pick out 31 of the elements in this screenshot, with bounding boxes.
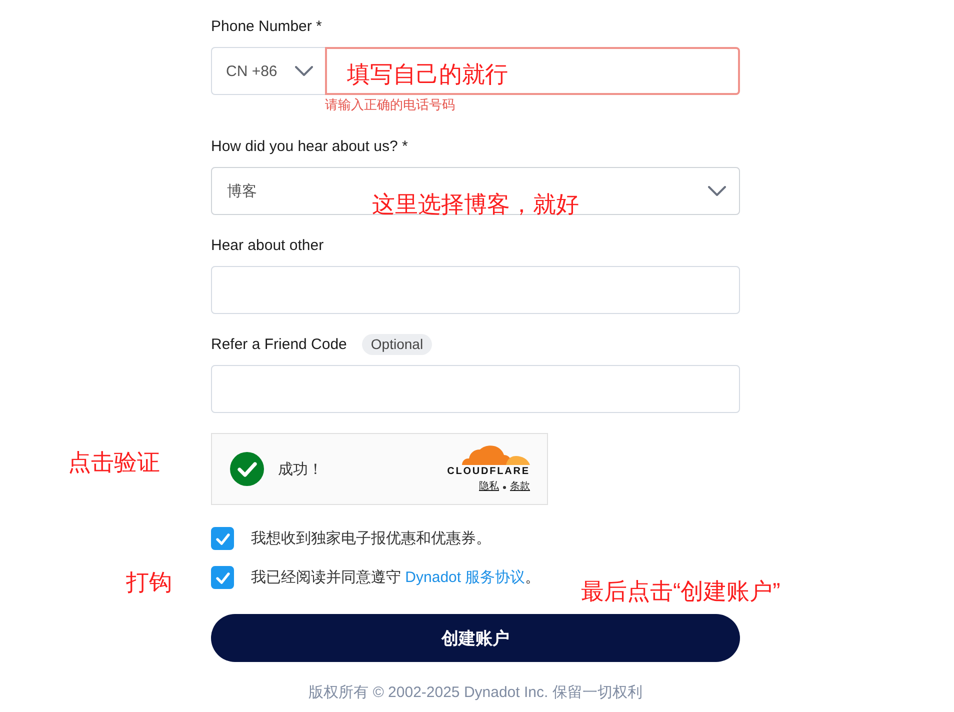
annotation-text: 点击验证 [68,448,160,476]
checkbox[interactable] [211,527,234,550]
field-label: Phone Number * [211,16,322,36]
field-label: Refer a Friend Code [211,334,347,354]
country-code-select[interactable]: CN +86 [211,47,325,95]
chevron-down-icon [708,186,726,196]
checkbox-label: 我想收到独家电子报优惠和优惠券。 [251,529,491,548]
annotation-text: 最后点击“创建账户” [581,577,780,605]
text-input[interactable] [211,365,740,413]
field-label: Hear about other [211,236,324,256]
phone-input[interactable] [325,47,740,95]
checkmark-icon [216,532,230,544]
create-account-button[interactable]: 创建账户 [211,614,740,662]
privacy-terms-link[interactable]: 条款 [510,481,530,493]
annotation-text: 这里选择博客，就好 [372,190,579,218]
checkbox-label: 我已经阅读并同意遵守 Dynadot 服务协议。 [251,568,540,587]
captcha-status: 成功！ [278,460,323,478]
annotation-text: 填写自己的就行 [347,60,508,88]
chevron-down-icon [295,66,313,76]
separator-dot-icon [503,486,506,488]
cloud-logo-icon [462,445,530,465]
text-input[interactable] [211,266,740,314]
checkbox[interactable] [211,566,234,589]
annotation-text: 打钩 [126,568,172,596]
checkmark-icon [216,572,230,584]
optional-badge: Optional [362,334,432,355]
error-message: 请输入正确的电话号码 [325,96,455,114]
privacy-terms-link[interactable]: 隐私 [479,481,499,493]
field-label: How did you hear about us? * [211,136,408,156]
brand-wordmark: CLOUDFLARE [447,466,530,478]
copyright-text: 版权所有 © 2002-2025 Dynadot Inc. 保留一切权利 [308,684,642,702]
